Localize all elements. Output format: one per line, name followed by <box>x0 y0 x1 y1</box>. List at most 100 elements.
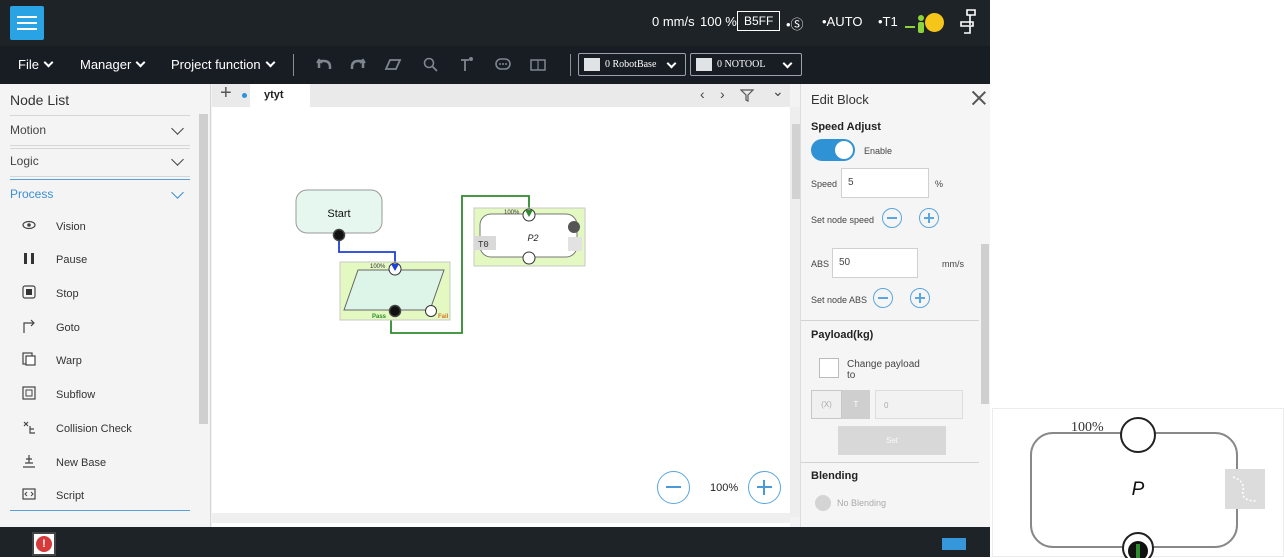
set-payload-button[interactable]: Set <box>838 426 946 455</box>
manager-menu[interactable]: Manager <box>80 57 146 72</box>
eye-icon <box>22 220 36 230</box>
tool-badge-label: T0 <box>478 240 489 250</box>
speed-adjust-heading: Speed Adjust <box>811 121 881 133</box>
node-item-label: Script <box>56 490 85 502</box>
base-icon <box>584 58 600 71</box>
start-node-label: Start <box>327 208 350 220</box>
speed-adjust-toggle[interactable] <box>811 139 855 161</box>
payload-t-option[interactable]: T <box>842 390 870 419</box>
node-item-label: Pause <box>56 254 88 266</box>
file-menu[interactable]: File <box>18 57 54 72</box>
section-logic-label: Logic <box>10 154 39 168</box>
decision-percent: 100% <box>370 264 386 270</box>
robot-tool-icon[interactable] <box>957 8 979 38</box>
mode-indicator: •AUTO <box>822 14 863 29</box>
node-item-label: Collision Check <box>56 423 132 435</box>
flow-canvas[interactable]: + ytyt ‹ › ⌄ Start 100% Pass Fail 100% P… <box>212 82 800 527</box>
robot-base-select[interactable]: 0 RobotBase <box>578 53 686 76</box>
zoom-level: 100% <box>710 482 739 494</box>
divider <box>10 115 190 116</box>
abs-input[interactable]: 50 <box>832 248 918 278</box>
divider <box>10 148 190 149</box>
undo-icon[interactable] <box>316 56 334 74</box>
hmi-app: 0 mm/s 100 % B5FF •Ⓢ •AUTO •T1 File Mana… <box>0 0 990 557</box>
section-logic[interactable]: Logic <box>10 153 190 168</box>
canvas-horizontal-scrollbar[interactable] <box>212 513 790 523</box>
eraser-icon[interactable] <box>384 56 402 74</box>
alert-icon: ! <box>36 536 52 552</box>
alarm-button[interactable]: ! <box>32 532 56 556</box>
project-function-menu[interactable]: Project function <box>171 57 276 72</box>
point-name: P2 <box>527 233 538 243</box>
node-list-scrollbar[interactable] <box>199 114 208 424</box>
menu-divider <box>570 54 571 76</box>
hamburger-menu-icon[interactable] <box>10 6 44 40</box>
new-base-icon <box>23 455 35 468</box>
top-status-bar: 0 mm/s 100 % B5FF •Ⓢ •AUTO •T1 <box>0 0 990 46</box>
section-motion[interactable]: Motion <box>10 122 190 137</box>
menu-bar: File Manager Project function 0 RobotBas… <box>0 46 990 84</box>
section-process[interactable]: Process <box>10 186 190 201</box>
close-icon[interactable] <box>971 90 987 106</box>
node-list-title: Node List <box>10 92 70 108</box>
chevron-down-icon <box>666 58 677 69</box>
point-output-port[interactable] <box>522 251 536 265</box>
keyboard-icon[interactable] <box>942 538 966 550</box>
divider <box>10 176 190 177</box>
divider <box>10 510 190 511</box>
robot-base-value: 0 RobotBase <box>605 59 657 70</box>
speed-readout: 0 mm/s <box>652 14 695 29</box>
decision-pass-port[interactable] <box>388 304 402 318</box>
no-blending-radio[interactable] <box>815 495 831 511</box>
chevron-down-icon <box>43 57 54 68</box>
zoom-out-button[interactable] <box>657 471 690 504</box>
edit-block-scrollbar[interactable] <box>981 244 989 404</box>
fail-label: Fail <box>438 314 449 320</box>
chevron-down-icon <box>171 122 184 135</box>
increase-abs-button[interactable] <box>910 288 930 308</box>
search-icon[interactable] <box>422 56 440 74</box>
zoom-in-button[interactable] <box>748 471 781 504</box>
payload-x-option[interactable]: (X) <box>811 390 842 419</box>
pass-label: Pass <box>372 314 387 320</box>
grid-layout-icon[interactable] <box>529 56 547 74</box>
node-item-label: Stop <box>56 288 79 300</box>
tool-select[interactable]: 0 NOTOOL <box>690 53 802 76</box>
flow-diagram: Start 100% Pass Fail 100% P2 T0 <box>295 189 586 334</box>
decrease-speed-button[interactable] <box>882 208 902 228</box>
set-node-abs-label: Set node ABS <box>811 295 868 305</box>
change-payload-to-label: to <box>847 370 856 381</box>
node-item-label: Vision <box>56 221 86 233</box>
change-payload-checkbox[interactable] <box>819 358 839 378</box>
section-motion-label: Motion <box>10 123 47 137</box>
section-process-label: Process <box>10 187 54 201</box>
add-node-icon[interactable] <box>457 56 475 74</box>
decrease-abs-button[interactable] <box>873 288 893 308</box>
start-output-port[interactable] <box>332 228 346 242</box>
chevron-down-icon <box>135 57 146 68</box>
manager-menu-label: Manager <box>80 57 132 72</box>
divider <box>801 320 979 321</box>
project-function-label: Project function <box>171 57 261 72</box>
divider <box>10 145 190 146</box>
toggle-knob <box>835 141 853 159</box>
t1-indicator: •T1 <box>878 14 898 29</box>
canvas-scroll-thumb[interactable] <box>792 124 800 199</box>
payload-value-input[interactable]: 0 <box>875 390 963 419</box>
file-menu-label: File <box>18 57 39 72</box>
preview-point-name: P <box>1132 479 1145 500</box>
point-edit-icon[interactable] <box>568 221 580 233</box>
script-icon <box>22 488 36 500</box>
preview-node-svg: 100% P <box>1030 417 1265 558</box>
increase-speed-button[interactable] <box>919 208 939 228</box>
speed-input[interactable]: 5 <box>841 168 929 198</box>
node-item-label: New Base <box>56 457 107 469</box>
status-code-badge[interactable]: B5FF <box>737 11 781 31</box>
decision-fail-port[interactable] <box>425 305 437 317</box>
waypoint-path-icon <box>1225 469 1265 509</box>
comment-icon[interactable] <box>494 56 512 74</box>
redo-icon[interactable] <box>348 56 366 74</box>
node-item-label: Goto <box>56 322 80 334</box>
stop-icon <box>22 285 36 299</box>
set-node-speed-label: Set node speed <box>811 215 875 225</box>
